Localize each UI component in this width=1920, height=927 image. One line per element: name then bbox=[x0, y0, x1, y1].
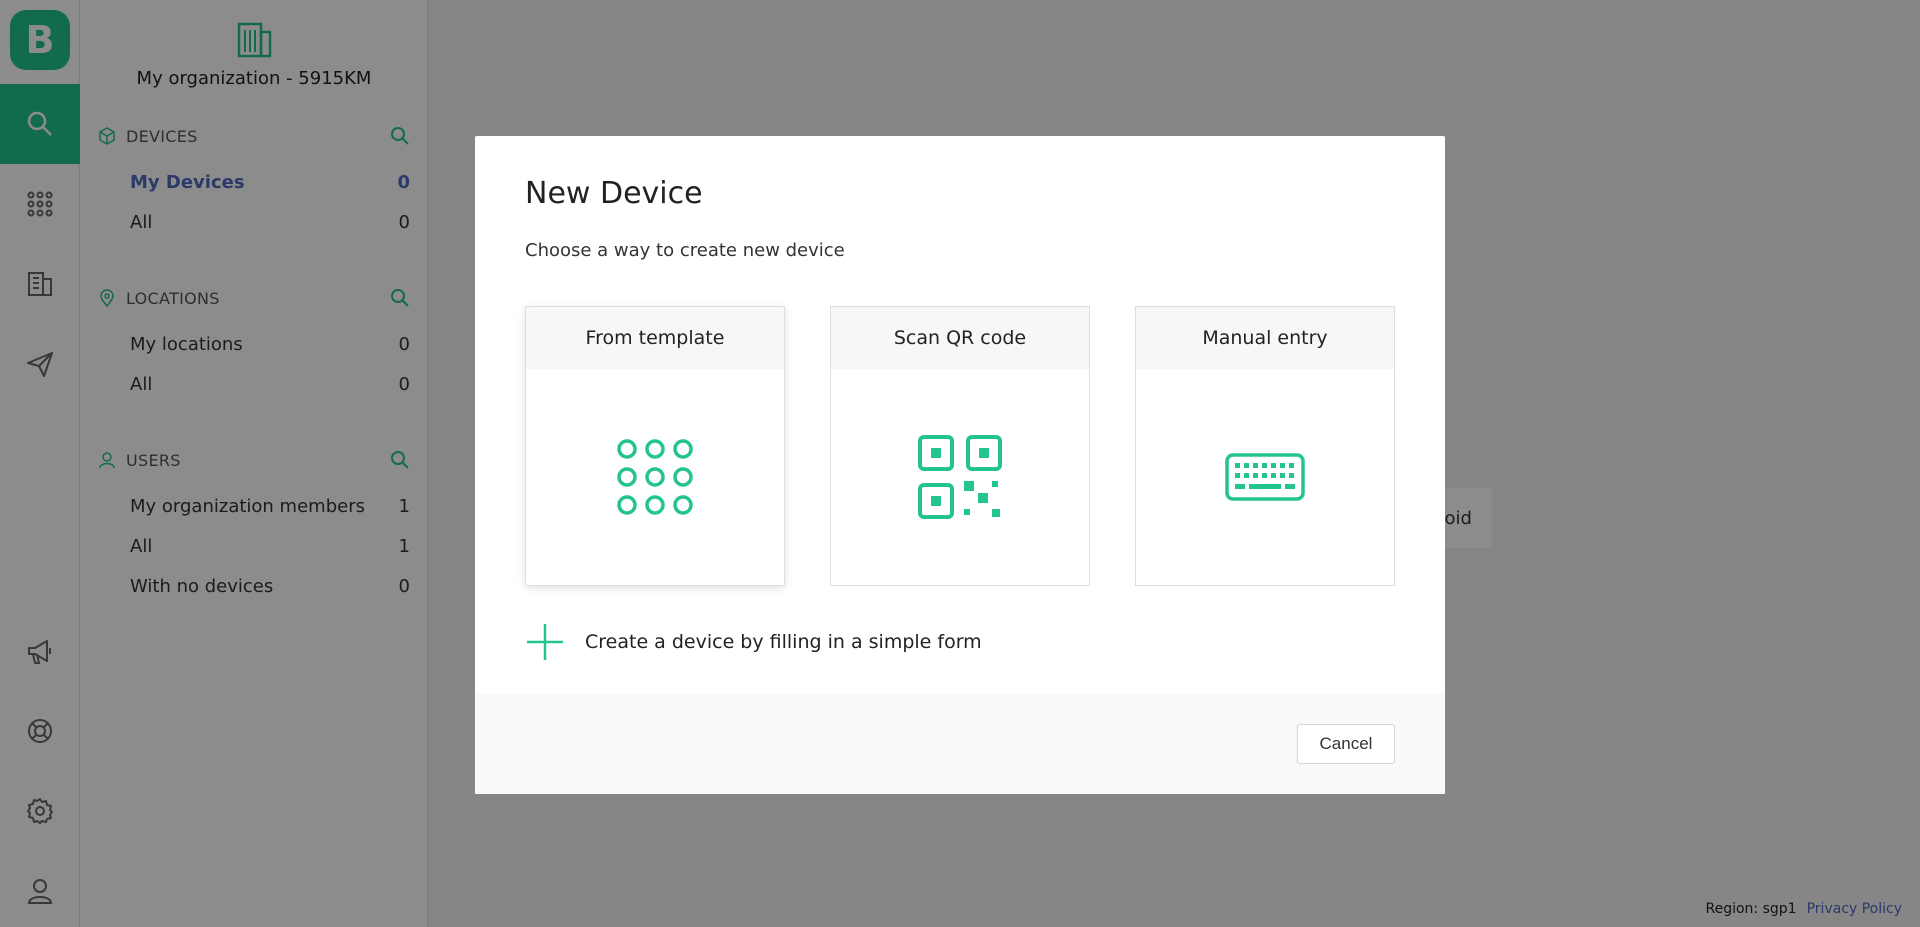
qr-code-icon bbox=[918, 435, 1002, 519]
card-label: Scan QR code bbox=[831, 307, 1089, 369]
simple-form-option[interactable]: Create a device by filling in a simple f… bbox=[525, 622, 982, 662]
scan-qr-card[interactable]: Scan QR code bbox=[830, 306, 1090, 586]
keyboard-icon bbox=[1225, 453, 1305, 501]
plus-icon bbox=[527, 624, 563, 660]
card-label: From template bbox=[526, 307, 784, 369]
from-template-card[interactable]: From template bbox=[525, 306, 785, 586]
creation-options: From template Scan QR code Manual entry bbox=[525, 306, 1395, 586]
card-label: Manual entry bbox=[1136, 307, 1394, 369]
template-grid-icon bbox=[617, 439, 693, 515]
cancel-button[interactable]: Cancel bbox=[1297, 724, 1395, 764]
dialog-subtitle: Choose a way to create new device bbox=[525, 240, 845, 261]
simple-form-label: Create a device by filling in a simple f… bbox=[585, 631, 982, 653]
new-device-dialog: New Device Choose a way to create new de… bbox=[475, 136, 1445, 794]
dialog-title: New Device bbox=[525, 176, 703, 211]
dialog-footer: Cancel bbox=[475, 694, 1445, 794]
manual-entry-card[interactable]: Manual entry bbox=[1135, 306, 1395, 586]
